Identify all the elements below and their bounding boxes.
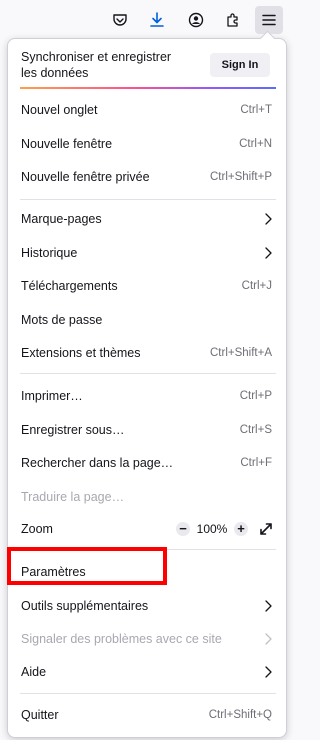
shortcut-label: Ctrl+Shift+Q	[208, 709, 272, 721]
menu-item-downloads[interactable]: Téléchargements Ctrl+J	[12, 271, 282, 301]
chevron-right-icon	[262, 212, 272, 226]
menu-item-label: Nouvel onglet	[21, 103, 98, 117]
fullscreen-icon[interactable]	[260, 523, 272, 535]
menu-item-label: Outils supplémentaires	[21, 599, 149, 613]
shortcut-label: Ctrl+P	[239, 390, 272, 402]
menu-item-history[interactable]: Historique	[12, 238, 282, 268]
menu-item-label: Rechercher dans la page…	[21, 456, 174, 470]
menu-item-translate: Traduire la page…	[12, 482, 282, 512]
menu-item-label: Quitter	[21, 708, 59, 722]
menu-item-label: Signaler des problèmes avec ce site	[21, 632, 222, 646]
app-menu-panel: Synchroniser et enregistrer les données …	[7, 38, 287, 738]
shortcut-label: Ctrl+N	[239, 138, 272, 150]
sign-in-button[interactable]: Sign In	[210, 53, 270, 77]
shortcut-label: Ctrl+Shift+A	[210, 347, 272, 359]
pocket-icon[interactable]	[106, 6, 134, 34]
menu-separator	[20, 693, 276, 694]
sync-gradient-divider	[20, 87, 276, 89]
zoom-in-button[interactable]: +	[234, 522, 248, 536]
menu-item-label: Enregistrer sous…	[21, 423, 125, 437]
menu-item-label: Mots de passe	[21, 313, 103, 327]
shortcut-label: Ctrl+F	[240, 457, 272, 469]
menu-item-label: Extensions et thèmes	[21, 346, 141, 360]
menu-separator	[20, 199, 276, 200]
zoom-out-button[interactable]: −	[176, 522, 190, 536]
menu-item-passwords[interactable]: Mots de passe	[12, 305, 282, 335]
extensions-icon[interactable]	[219, 6, 247, 34]
browser-toolbar	[0, 0, 294, 40]
zoom-label: Zoom	[21, 522, 53, 536]
menu-item-zoom: Zoom − 100% +	[12, 514, 282, 544]
menu-item-label: Téléchargements	[21, 279, 118, 293]
menu-item-private-window[interactable]: Nouvelle fenêtre privée Ctrl+Shift+P	[12, 162, 282, 192]
menu-item-label: Imprimer…	[21, 389, 83, 403]
menu-item-print[interactable]: Imprimer… Ctrl+P	[12, 381, 282, 411]
menu-item-more-tools[interactable]: Outils supplémentaires	[12, 591, 282, 621]
chevron-right-icon	[262, 599, 272, 613]
chevron-right-icon	[262, 632, 272, 646]
account-icon[interactable]	[182, 6, 210, 34]
shortcut-label: Ctrl+Shift+P	[210, 171, 272, 183]
menu-icon[interactable]	[255, 6, 283, 34]
menu-item-quit[interactable]: Quitter Ctrl+Shift+Q	[12, 700, 282, 730]
menu-item-find-in-page[interactable]: Rechercher dans la page… Ctrl+F	[12, 448, 282, 478]
menu-item-new-tab[interactable]: Nouvel onglet Ctrl+T	[12, 95, 282, 125]
menu-item-new-window[interactable]: Nouvelle fenêtre Ctrl+N	[12, 129, 282, 159]
menu-item-bookmarks[interactable]: Marque-pages	[12, 204, 282, 234]
zoom-level-value[interactable]: 100%	[190, 522, 234, 536]
settings-highlight-box	[7, 547, 167, 585]
chevron-right-icon	[262, 246, 272, 260]
chevron-right-icon	[262, 665, 272, 679]
shortcut-label: Ctrl+T	[240, 104, 272, 116]
menu-item-help[interactable]: Aide	[12, 657, 282, 687]
menu-item-label: Marque-pages	[21, 212, 102, 226]
menu-item-label: Historique	[21, 246, 78, 260]
menu-item-label: Aide	[21, 665, 47, 679]
menu-item-label: Nouvelle fenêtre privée	[21, 170, 150, 184]
menu-item-save-as[interactable]: Enregistrer sous… Ctrl+S	[12, 415, 282, 445]
menu-item-addons[interactable]: Extensions et thèmes Ctrl+Shift+A	[12, 338, 282, 368]
menu-item-label: Nouvelle fenêtre	[21, 137, 113, 151]
menu-item-report-site-issue: Signaler des problèmes avec ce site	[12, 624, 282, 654]
shortcut-label: Ctrl+J	[241, 280, 272, 292]
menu-separator	[20, 373, 276, 374]
shortcut-label: Ctrl+S	[239, 424, 272, 436]
menu-item-label: Traduire la page…	[21, 490, 125, 504]
download-icon[interactable]	[143, 6, 171, 34]
zoom-controls: − 100% +	[176, 522, 272, 536]
sync-prompt-text: Synchroniser et enregistrer les données	[21, 50, 172, 80]
